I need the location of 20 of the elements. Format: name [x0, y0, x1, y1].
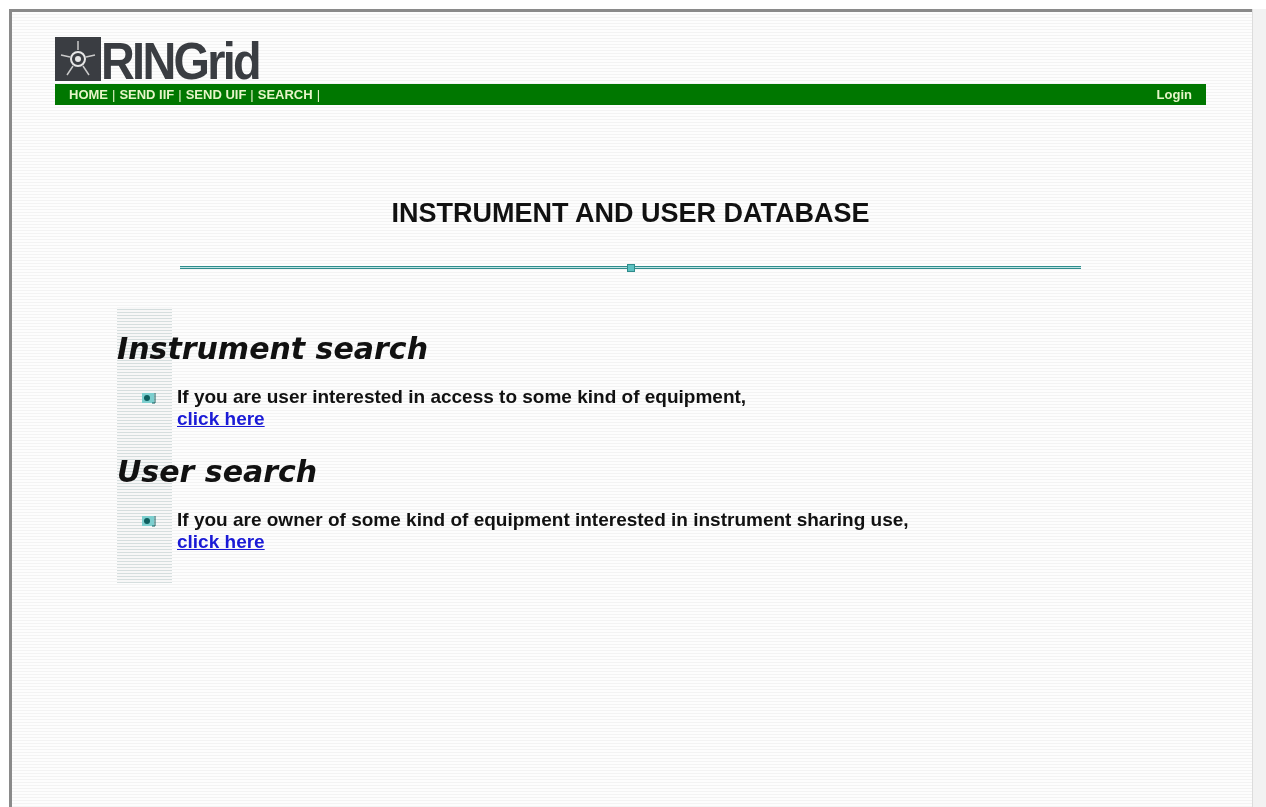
nav-separator: |: [112, 88, 116, 101]
nav-separator: |: [178, 88, 182, 101]
bullet-icon: [142, 514, 157, 527]
nav-link[interactable]: HOME: [69, 88, 108, 101]
section-description: If you are owner of some kind of equipment interested in instrument sharing use,: [177, 508, 909, 531]
section-heading: User search: [117, 452, 319, 491]
section-heading: Instrument search: [117, 329, 429, 368]
nav-separator: |: [316, 88, 321, 101]
nav-link[interactable]: SEND UIF: [185, 88, 247, 101]
nav-separator: |: [250, 88, 254, 101]
bullet-icon: [142, 391, 157, 404]
section-description: If you are user interested in access to some kind of equipment,: [177, 385, 747, 408]
nav-link[interactable]: SEARCH: [257, 88, 313, 101]
page-title: INSTRUMENT AND USER DATABASE: [390, 197, 871, 230]
login-link[interactable]: Login: [1156, 88, 1192, 101]
star-logo-icon: [55, 37, 101, 81]
click-here-link[interactable]: click here: [177, 407, 265, 430]
nav-link[interactable]: SEND IIF: [119, 88, 175, 101]
logo-text: RINGrid: [101, 39, 259, 83]
click-here-link[interactable]: click here: [177, 530, 265, 553]
